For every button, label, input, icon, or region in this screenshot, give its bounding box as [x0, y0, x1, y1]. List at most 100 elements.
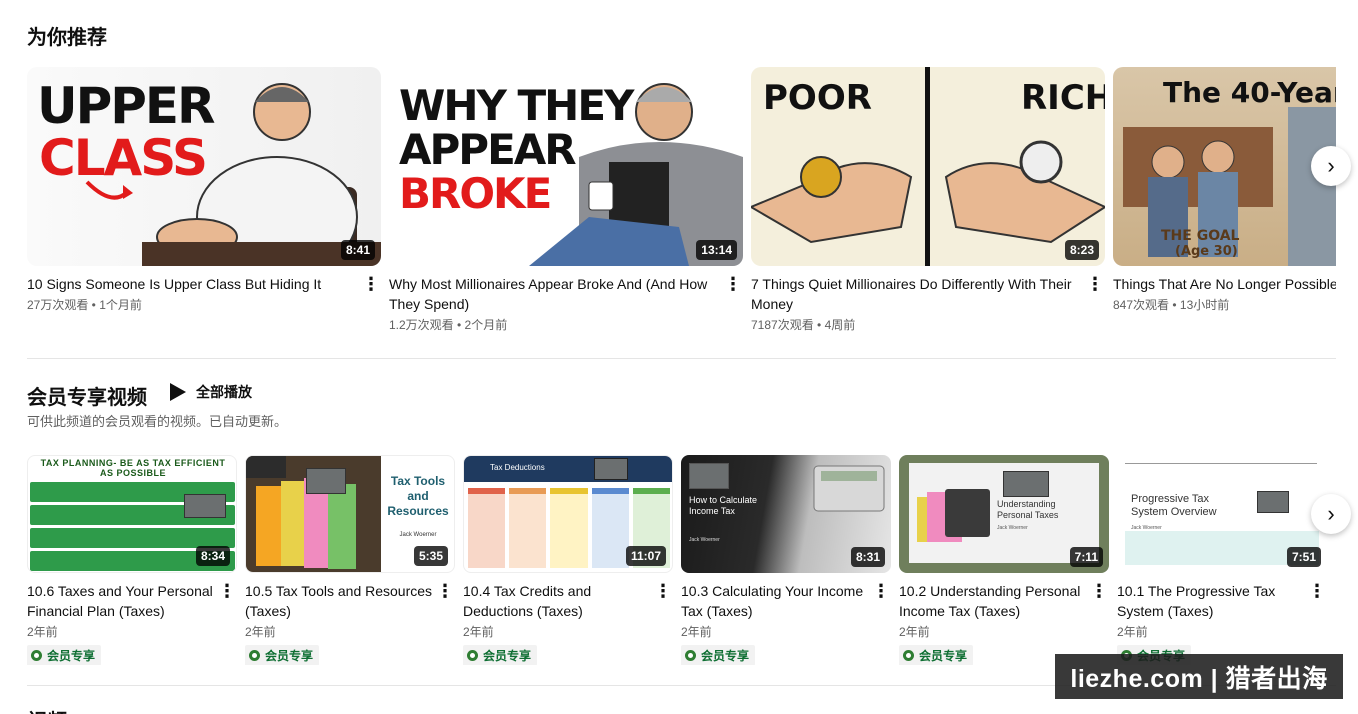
video-title[interactable]: 10.6 Taxes and Your Personal Financial P…: [27, 581, 217, 621]
video-card[interactable]: Tax Deductions 11:07 10.4 Tax Credits an…: [463, 455, 673, 665]
video-duration: 8:34: [195, 546, 230, 566]
video-card[interactable]: TAX PLANNING- BE AS TAX EFFICIENT AS POS…: [27, 455, 237, 665]
play-icon: [170, 383, 186, 401]
video-duration: 7:51: [1286, 547, 1321, 567]
video-stats: 7187次观看 • 4周前: [751, 318, 856, 332]
presenter-inset: [1257, 491, 1289, 513]
more-vert-icon[interactable]: ⋮: [1307, 581, 1327, 665]
video-age: 2年前: [245, 625, 276, 639]
more-vert-icon[interactable]: ⋮: [653, 581, 673, 665]
section-divider: [27, 358, 1336, 359]
members-section-title: 会员专享视频: [27, 387, 147, 409]
member-badge-icon: [685, 650, 696, 661]
video-duration: 8:23: [1064, 240, 1099, 260]
member-badge: 会员专享: [463, 645, 538, 665]
member-badge-label: 会员专享: [701, 649, 750, 663]
member-badge-icon: [467, 650, 478, 661]
play-all-label: 全部播放: [196, 384, 252, 400]
video-thumbnail[interactable]: Understanding Personal Taxes Jack Woerne…: [899, 455, 1109, 573]
video-title[interactable]: 7 Things Quiet Millionaires Do Different…: [751, 274, 1085, 314]
video-age: 2年前: [899, 625, 930, 639]
video-age: 2年前: [1117, 625, 1148, 639]
presenter-inset: [594, 458, 628, 480]
video-thumbnail[interactable]: How to Calculate Income Tax Jack Woerner…: [681, 455, 891, 573]
video-duration: 8:41: [340, 240, 375, 260]
thumbnail-text: Tax Deductions: [490, 463, 545, 472]
video-title[interactable]: 10.3 Calculating Your Income Tax (Taxes): [681, 581, 871, 621]
member-badge-label: 会员专享: [919, 649, 968, 663]
thumbnail-subtext: Jack Woerner: [997, 525, 1028, 531]
member-badge-icon: [31, 650, 42, 661]
video-card[interactable]: Tax Tools and Resources Jack Woerner 5:3…: [245, 455, 455, 665]
video-duration: 13:14: [696, 240, 737, 260]
next-section-title: 视频: [27, 705, 67, 714]
presenter-inset: [184, 494, 226, 518]
member-badge-icon: [903, 650, 914, 661]
member-badge-icon: [249, 650, 260, 661]
video-card[interactable]: WHY THEY APPEAR BROKE 13:14 Why Most Mil…: [389, 67, 743, 334]
member-badge: 会员专享: [245, 645, 320, 665]
thumbnail-illustration: [529, 83, 743, 266]
thumbnail-text: Progressive Tax System Overview: [1131, 493, 1217, 518]
presenter-inset: [306, 468, 346, 494]
video-title[interactable]: Why Most Millionaires Appear Broke And (…: [389, 274, 723, 314]
more-vert-icon[interactable]: ⋮: [435, 581, 455, 665]
video-title[interactable]: Things That Are No Longer Possible Befor…: [1113, 274, 1336, 294]
video-thumbnail[interactable]: The 40-Year THE GOAL (Age 30): [1113, 67, 1336, 266]
thumbnail-subtext: Jack Woerner: [399, 532, 437, 538]
more-vert-icon[interactable]: ⋮: [361, 274, 381, 314]
thumbnail-text: TAX PLANNING- BE AS TAX EFFICIENT AS POS…: [40, 458, 226, 478]
thumbnail-text: THE GOAL: [1161, 228, 1240, 244]
video-age: 2年前: [681, 625, 712, 639]
more-vert-icon[interactable]: ⋮: [723, 274, 743, 334]
video-age: 2年前: [27, 625, 58, 639]
video-stats: 1.2万次观看 • 2个月前: [389, 318, 508, 332]
members-shelf: TAX PLANNING- BE AS TAX EFFICIENT AS POS…: [27, 455, 1336, 665]
play-all-button[interactable]: 全部播放: [170, 382, 252, 402]
video-title[interactable]: 10.2 Understanding Personal Income Tax (…: [899, 581, 1089, 621]
video-title[interactable]: 10.5 Tax Tools and Resources (Taxes): [245, 581, 435, 621]
video-card[interactable]: UPPER CLASS 8:41 10 Signs Someone Is Upp…: [27, 67, 381, 334]
recommended-shelf: UPPER CLASS 8:41 10 Signs Someone Is Upp…: [27, 67, 1336, 342]
video-title[interactable]: 10.1 The Progressive Tax System (Taxes): [1117, 581, 1307, 621]
member-badge: 会员专享: [27, 645, 102, 665]
video-thumbnail[interactable]: UPPER CLASS 8:41: [27, 67, 381, 266]
more-vert-icon[interactable]: ⋮: [217, 581, 237, 665]
member-badge-label: 会员专享: [483, 649, 532, 663]
video-duration: 5:35: [413, 546, 448, 566]
video-title[interactable]: 10.4 Tax Credits and Deductions (Taxes): [463, 581, 653, 621]
thumbnail-illustration: [751, 67, 1105, 266]
member-badge: 会员专享: [681, 645, 756, 665]
video-card[interactable]: The 40-Year THE GOAL (Age 30) Things Tha…: [1113, 67, 1336, 334]
video-card[interactable]: POOR RICH 8:23 7 Things Quiet Millionair…: [751, 67, 1105, 334]
video-card[interactable]: Understanding Personal Taxes Jack Woerne…: [899, 455, 1109, 665]
chevron-right-icon[interactable]: ›: [1311, 494, 1351, 534]
video-thumbnail[interactable]: Progressive Tax System Overview Jack Woe…: [1117, 455, 1327, 573]
video-thumbnail[interactable]: Tax Tools and Resources Jack Woerner 5:3…: [245, 455, 455, 573]
calculator-illustration: [917, 489, 990, 542]
video-age: 2年前: [463, 625, 494, 639]
video-card[interactable]: How to Calculate Income Tax Jack Woerner…: [681, 455, 891, 665]
recommended-section-title: 为你推荐: [27, 27, 107, 49]
member-badge: 会员专享: [899, 645, 974, 665]
video-duration: 7:11: [1069, 547, 1103, 567]
more-vert-icon[interactable]: ⋮: [1089, 581, 1109, 665]
video-thumbnail[interactable]: Tax Deductions 11:07: [463, 455, 673, 573]
video-thumbnail[interactable]: WHY THEY APPEAR BROKE 13:14: [389, 67, 743, 266]
video-duration: 8:31: [850, 547, 885, 567]
chevron-right-icon[interactable]: ›: [1311, 146, 1351, 186]
members-section-description: 可供此频道的会员观看的视频。已自动更新。: [27, 414, 288, 429]
video-thumbnail[interactable]: TAX PLANNING- BE AS TAX EFFICIENT AS POS…: [27, 455, 237, 573]
member-badge-label: 会员专享: [265, 649, 314, 663]
video-duration: 11:07: [625, 546, 666, 566]
video-title[interactable]: 10 Signs Someone Is Upper Class But Hidi…: [27, 274, 361, 294]
video-thumbnail[interactable]: POOR RICH 8:23: [751, 67, 1105, 266]
more-vert-icon[interactable]: ⋮: [1085, 274, 1105, 334]
more-vert-icon[interactable]: ⋮: [871, 581, 891, 665]
thumbnail-text: Understanding Personal Taxes: [997, 499, 1059, 520]
watermark: liezhe.com | 猎者出海: [1055, 654, 1343, 699]
member-badge-label: 会员专享: [47, 649, 96, 663]
slide-rule: [1125, 463, 1317, 464]
presenter-inset: [1003, 471, 1049, 497]
video-card[interactable]: Progressive Tax System Overview Jack Woe…: [1117, 455, 1327, 665]
